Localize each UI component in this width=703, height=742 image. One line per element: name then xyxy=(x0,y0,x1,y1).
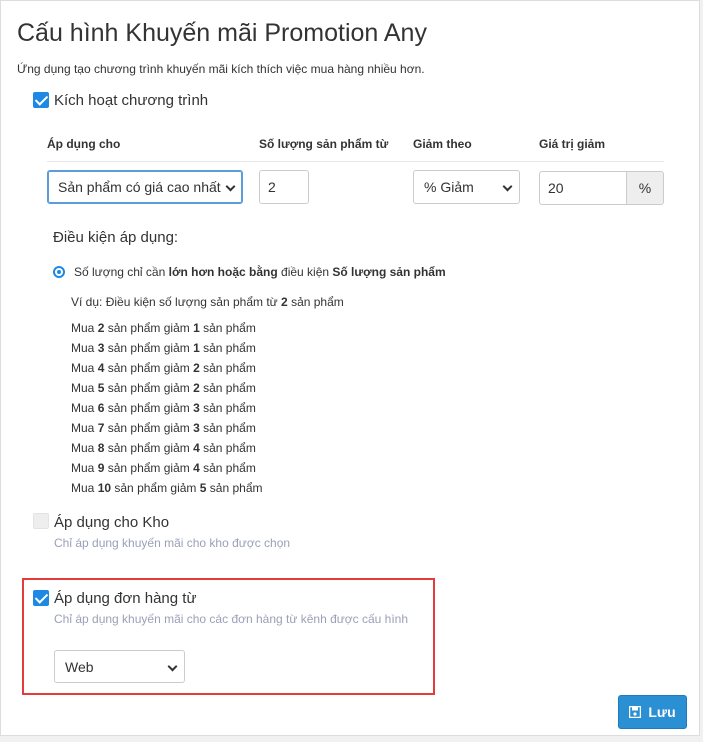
page-subtitle: Ứng dụng tạo chương trình khuyến mãi kíc… xyxy=(17,62,425,76)
warehouse-help: Chỉ áp dụng khuyến mãi cho kho được chọn xyxy=(54,536,291,550)
header-discount-value: Giá trị giảm xyxy=(539,137,606,151)
page-title: Cấu hình Khuyến mãi Promotion Any xyxy=(17,19,427,47)
list-item: Mua 4 sản phẩm giảm 2 sản phẩm xyxy=(71,361,256,375)
discount-by-value: % Giảm xyxy=(424,179,474,195)
header-apply-for: Áp dụng cho xyxy=(47,137,121,151)
example-text: Ví dụ: Điều kiện số lượng sản phẩm từ 2 … xyxy=(71,295,344,309)
chevron-down-icon xyxy=(225,181,236,192)
list-item: Mua 10 sản phẩm giảm 5 sản phẩm xyxy=(71,481,263,495)
warehouse-checkbox[interactable] xyxy=(33,513,49,529)
header-quantity-from: Số lượng sản phẩm từ xyxy=(259,137,389,151)
apply-for-value: Sản phẩm có giá cao nhất xyxy=(58,179,221,195)
condition-radio[interactable] xyxy=(53,266,65,278)
table-divider xyxy=(47,161,664,162)
floppy-disk-icon xyxy=(629,706,642,718)
list-item: Mua 7 sản phẩm giảm 3 sản phẩm xyxy=(71,421,256,435)
conditions-label: Điều kiện áp dụng: xyxy=(53,229,179,246)
list-item: Mua 6 sản phẩm giảm 3 sản phẩm xyxy=(71,401,256,415)
condition-rule-text: Số lượng chỉ cần lớn hơn hoặc bằng điều … xyxy=(74,265,446,279)
chevron-down-icon xyxy=(167,661,178,672)
orders-checkbox[interactable] xyxy=(33,590,49,606)
orders-help: Chỉ áp dụng khuyến mãi cho các đơn hàng … xyxy=(54,612,409,626)
discount-value-input[interactable]: 20 xyxy=(539,171,627,205)
percent-addon: % xyxy=(626,171,664,205)
list-item: Mua 2 sản phẩm giảm 1 sản phẩm xyxy=(71,321,256,335)
save-button-label: Lưu xyxy=(648,704,676,720)
chevron-down-icon xyxy=(502,181,513,192)
header-discount-by: Giảm theo xyxy=(413,137,472,151)
channel-value: Web xyxy=(65,659,94,675)
list-item: Mua 3 sản phẩm giảm 1 sản phẩm xyxy=(71,341,256,355)
list-item: Mua 8 sản phẩm giảm 4 sản phẩm xyxy=(71,441,256,455)
orders-label: Áp dụng đơn hàng từ xyxy=(54,590,197,607)
quantity-input[interactable]: 2 xyxy=(259,170,309,204)
discount-by-select[interactable]: % Giảm xyxy=(413,170,520,204)
save-button[interactable]: Lưu xyxy=(618,695,687,729)
apply-for-select[interactable]: Sản phẩm có giá cao nhất xyxy=(47,170,243,204)
warehouse-label: Áp dụng cho Kho xyxy=(54,514,170,531)
channel-select[interactable]: Web xyxy=(54,650,185,683)
activate-checkbox[interactable] xyxy=(33,92,49,108)
list-item: Mua 5 sản phẩm giảm 2 sản phẩm xyxy=(71,381,256,395)
list-item: Mua 9 sản phẩm giảm 4 sản phẩm xyxy=(71,461,256,475)
promotion-config-panel: Cấu hình Khuyến mãi Promotion Any Ứng dụ… xyxy=(0,0,700,736)
activate-label: Kích hoạt chương trình xyxy=(54,92,209,109)
